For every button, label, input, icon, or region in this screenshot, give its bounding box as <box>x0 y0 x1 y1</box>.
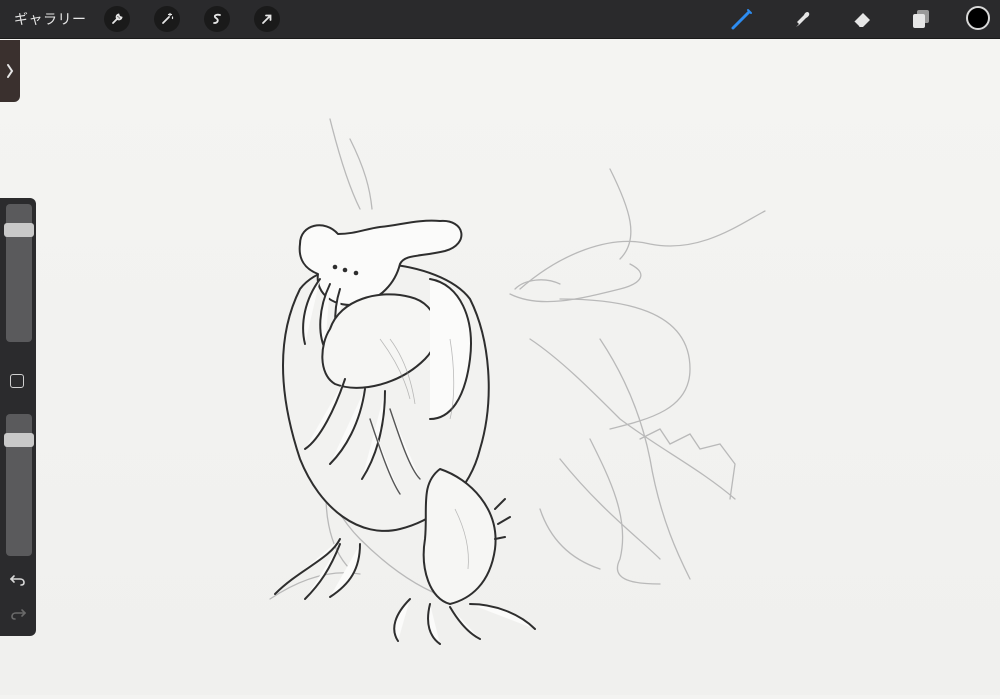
smudge-icon[interactable] <box>790 7 814 31</box>
transform-arrow-icon[interactable] <box>254 6 280 32</box>
undo-icon[interactable] <box>9 572 27 588</box>
selection-icon[interactable] <box>204 6 230 32</box>
top-toolbar: ギャラリー <box>0 0 1000 39</box>
wrench-icon[interactable] <box>104 6 130 32</box>
gallery-button[interactable]: ギャラリー <box>14 9 87 29</box>
eraser-icon[interactable] <box>850 7 874 31</box>
brush-size-thumb[interactable] <box>4 222 34 237</box>
layers-icon[interactable] <box>909 7 933 31</box>
color-picker-swatch[interactable] <box>966 6 990 30</box>
brush-icon[interactable] <box>730 7 754 31</box>
opacity-thumb[interactable] <box>4 433 34 448</box>
redo-icon[interactable] <box>9 606 27 622</box>
left-sidebar <box>0 198 36 636</box>
chevron-right-icon <box>7 64 14 78</box>
drawing-canvas[interactable] <box>0 39 1000 695</box>
sidebar-expand-tab[interactable] <box>0 40 20 102</box>
modify-square-button[interactable] <box>10 374 24 388</box>
magic-wand-icon[interactable] <box>154 6 180 32</box>
